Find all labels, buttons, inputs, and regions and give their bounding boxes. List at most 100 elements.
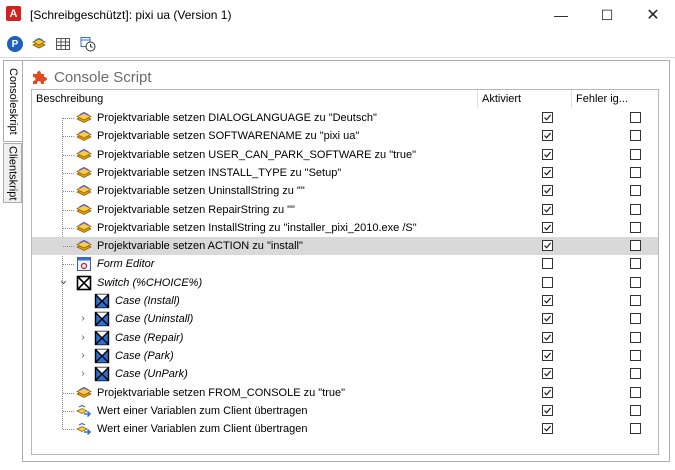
table-row[interactable]: Projektvariable setzen ACTION zu "instal… xyxy=(32,237,658,256)
table-row[interactable]: Case (Install) xyxy=(32,292,658,310)
ignore-errors-checkbox[interactable] xyxy=(630,130,641,142)
enabled-checkbox[interactable] xyxy=(542,386,553,398)
tree-branch-line xyxy=(63,209,74,211)
switch-icon xyxy=(76,275,92,291)
expand-chevron-icon[interactable]: › xyxy=(78,368,88,380)
enabled-checkbox[interactable] xyxy=(542,404,553,416)
column-header-description[interactable]: Beschreibung xyxy=(32,90,478,108)
ignore-errors-checkbox[interactable] xyxy=(630,386,641,398)
table-row[interactable]: Projektvariable setzen INSTALL_TYPE zu "… xyxy=(32,164,658,182)
column-header-ignore-errors[interactable]: Fehler ig... xyxy=(572,90,658,108)
row-label: Projektvariable setzen RepairString zu "… xyxy=(97,203,295,216)
enabled-checkbox[interactable] xyxy=(542,240,553,252)
grid-icon[interactable] xyxy=(55,36,71,52)
tree-branch-line xyxy=(63,154,74,156)
p-badge-icon[interactable]: P xyxy=(7,36,23,52)
enabled-checkbox[interactable] xyxy=(542,258,553,270)
ignore-errors-checkbox[interactable] xyxy=(630,276,641,288)
table-row[interactable]: Projektvariable setzen UninstallString z… xyxy=(32,182,658,200)
enabled-checkbox[interactable] xyxy=(542,130,553,142)
tree-branch-line xyxy=(63,392,74,394)
table-row[interactable]: ⌄ Switch (%CHOICE%) xyxy=(32,273,658,292)
row-label: Wert einer Variablen zum Client übertrag… xyxy=(97,404,308,417)
table-row[interactable]: › Case (Park) xyxy=(32,347,658,365)
enabled-checkbox[interactable] xyxy=(542,276,553,288)
tree-branch-line xyxy=(63,429,74,431)
tab-clientskript[interactable]: Clientskript xyxy=(3,143,22,203)
enabled-checkbox[interactable] xyxy=(542,203,553,215)
row-label: Switch (%CHOICE%) xyxy=(97,276,203,289)
form-editor-icon xyxy=(76,256,92,272)
tab-consoleskript[interactable]: Consoleskript xyxy=(3,60,22,142)
ignore-errors-checkbox[interactable] xyxy=(630,313,641,325)
ignore-errors-checkbox[interactable] xyxy=(630,404,641,416)
variable-icon xyxy=(76,220,92,236)
layers-icon[interactable] xyxy=(31,36,47,52)
table-row[interactable]: › Case (Uninstall) xyxy=(32,310,658,328)
ignore-errors-checkbox[interactable] xyxy=(630,148,641,160)
enabled-checkbox[interactable] xyxy=(542,423,553,435)
table-row[interactable]: › Case (UnPark) xyxy=(32,365,658,383)
expand-chevron-icon[interactable]: › xyxy=(78,313,88,325)
enabled-checkbox[interactable] xyxy=(542,221,553,233)
row-label: Case (Uninstall) xyxy=(115,313,194,326)
table-row[interactable]: Projektvariable setzen SOFTWARENAME zu "… xyxy=(32,127,658,145)
ignore-errors-checkbox[interactable] xyxy=(630,185,641,197)
transfer-icon xyxy=(76,421,92,437)
row-label: Case (Park) xyxy=(115,349,174,362)
row-label: Projektvariable setzen USER_CAN_PARK_SOF… xyxy=(97,148,416,161)
table-row[interactable]: Projektvariable setzen FROM_CONSOLE zu "… xyxy=(32,384,658,402)
enabled-checkbox[interactable] xyxy=(542,185,553,197)
minimize-button[interactable]: — xyxy=(538,0,584,30)
variable-icon xyxy=(76,147,92,163)
expand-chevron-icon[interactable]: › xyxy=(78,332,88,344)
table-row[interactable]: Projektvariable setzen DIALOGLANGUAGE zu… xyxy=(32,109,658,127)
transfer-icon xyxy=(76,403,92,419)
row-label: Projektvariable setzen INSTALL_TYPE zu "… xyxy=(97,166,342,179)
script-tree-grid: Beschreibung Aktiviert Fehler ig... Proj… xyxy=(31,89,659,455)
column-header-enabled[interactable]: Aktiviert xyxy=(478,90,572,108)
row-label: Case (Repair) xyxy=(115,331,184,344)
ignore-errors-checkbox[interactable] xyxy=(630,203,641,215)
enabled-checkbox[interactable] xyxy=(542,349,553,361)
enabled-checkbox[interactable] xyxy=(542,313,553,325)
ignore-errors-checkbox[interactable] xyxy=(630,240,641,252)
table-row[interactable]: Wert einer Variablen zum Client übertrag… xyxy=(32,402,658,420)
variable-icon xyxy=(76,385,92,401)
schedule-icon[interactable] xyxy=(80,36,96,52)
enabled-checkbox[interactable] xyxy=(542,166,553,178)
ignore-errors-checkbox[interactable] xyxy=(630,295,641,306)
table-row[interactable]: Wert einer Variablen zum Client übertrag… xyxy=(32,420,658,438)
ignore-errors-checkbox[interactable] xyxy=(630,112,641,123)
enabled-checkbox[interactable] xyxy=(542,368,553,380)
collapse-chevron-icon[interactable]: ⌄ xyxy=(58,273,69,286)
enabled-checkbox[interactable] xyxy=(542,331,553,343)
ignore-errors-checkbox[interactable] xyxy=(630,221,641,233)
ignore-errors-checkbox[interactable] xyxy=(630,368,641,380)
table-row[interactable]: Projektvariable setzen USER_CAN_PARK_SOF… xyxy=(32,146,658,164)
ignore-errors-checkbox[interactable] xyxy=(630,166,641,178)
tree-branch-line xyxy=(63,191,74,193)
ignore-errors-checkbox[interactable] xyxy=(630,423,641,435)
enabled-checkbox[interactable] xyxy=(542,148,553,160)
table-row[interactable]: Form Editor xyxy=(32,255,658,273)
table-row[interactable]: Projektvariable setzen RepairString zu "… xyxy=(32,201,658,219)
close-button[interactable]: ✕ xyxy=(630,0,675,30)
ignore-errors-checkbox[interactable] xyxy=(630,331,641,343)
window-title: [Schreibgeschützt]: pixi ua (Version 1) xyxy=(30,8,232,22)
case-icon xyxy=(94,311,110,327)
ignore-errors-checkbox[interactable] xyxy=(630,258,641,270)
expand-chevron-icon[interactable]: › xyxy=(78,350,88,362)
title-bar: A [Schreibgeschützt]: pixi ua (Version 1… xyxy=(0,0,675,30)
enabled-checkbox[interactable] xyxy=(542,112,553,123)
row-label: Form Editor xyxy=(97,258,155,271)
table-row[interactable]: › Case (Repair) xyxy=(32,329,658,347)
table-row[interactable]: Projektvariable setzen InstallString zu … xyxy=(32,219,658,237)
enabled-checkbox[interactable] xyxy=(542,295,553,306)
case-icon xyxy=(94,293,110,309)
toolbar: P xyxy=(0,31,675,57)
case-icon xyxy=(94,348,110,364)
variable-icon xyxy=(76,202,92,218)
ignore-errors-checkbox[interactable] xyxy=(630,349,641,361)
maximize-button[interactable]: ☐ xyxy=(584,0,630,30)
